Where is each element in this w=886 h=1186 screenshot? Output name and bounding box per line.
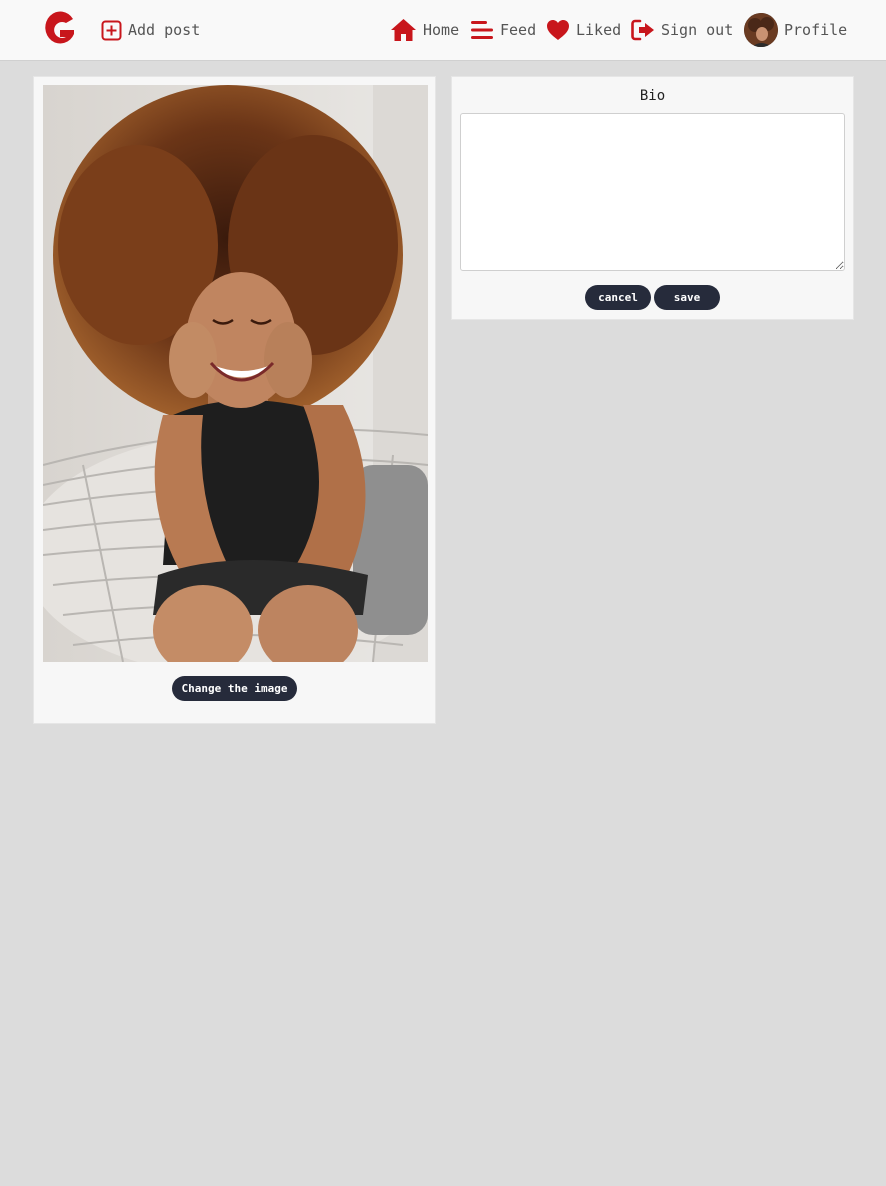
bio-title: Bio: [639, 88, 666, 104]
bio-textarea[interactable]: [460, 113, 845, 271]
nav-sign-out[interactable]: Sign out: [631, 15, 733, 45]
nav-home-label: Home: [423, 21, 460, 39]
nav-liked-label: Liked: [576, 21, 622, 39]
nav-sign-out-label: Sign out: [661, 21, 734, 39]
nav-home[interactable]: Home: [390, 15, 459, 45]
nav-liked[interactable]: Liked: [546, 15, 621, 45]
plus-square-icon: [101, 20, 122, 40]
logo-icon[interactable]: [40, 7, 78, 53]
nav-profile[interactable]: Profile: [744, 12, 847, 48]
save-button[interactable]: save: [654, 285, 720, 310]
bars-icon: [471, 21, 493, 39]
sign-out-icon: [631, 19, 654, 41]
top-navbar: Add post Home Feed Liked Sign out Profil…: [0, 0, 886, 61]
nav-profile-label: Profile: [784, 21, 848, 39]
nav-add-post[interactable]: Add post: [101, 15, 200, 45]
home-icon: [391, 19, 416, 41]
change-image-button[interactable]: Change the image: [172, 676, 297, 701]
profile-photo: [43, 85, 428, 662]
nav-add-post-label: Add post: [128, 21, 201, 39]
cancel-button[interactable]: cancel: [585, 285, 651, 310]
heart-icon: [547, 20, 569, 40]
profile-image-card: Change the image: [33, 76, 436, 724]
avatar[interactable]: [744, 13, 778, 47]
nav-feed-label: Feed: [500, 21, 537, 39]
bio-card: Bio cancel save: [451, 76, 854, 320]
nav-feed[interactable]: Feed: [470, 15, 536, 45]
